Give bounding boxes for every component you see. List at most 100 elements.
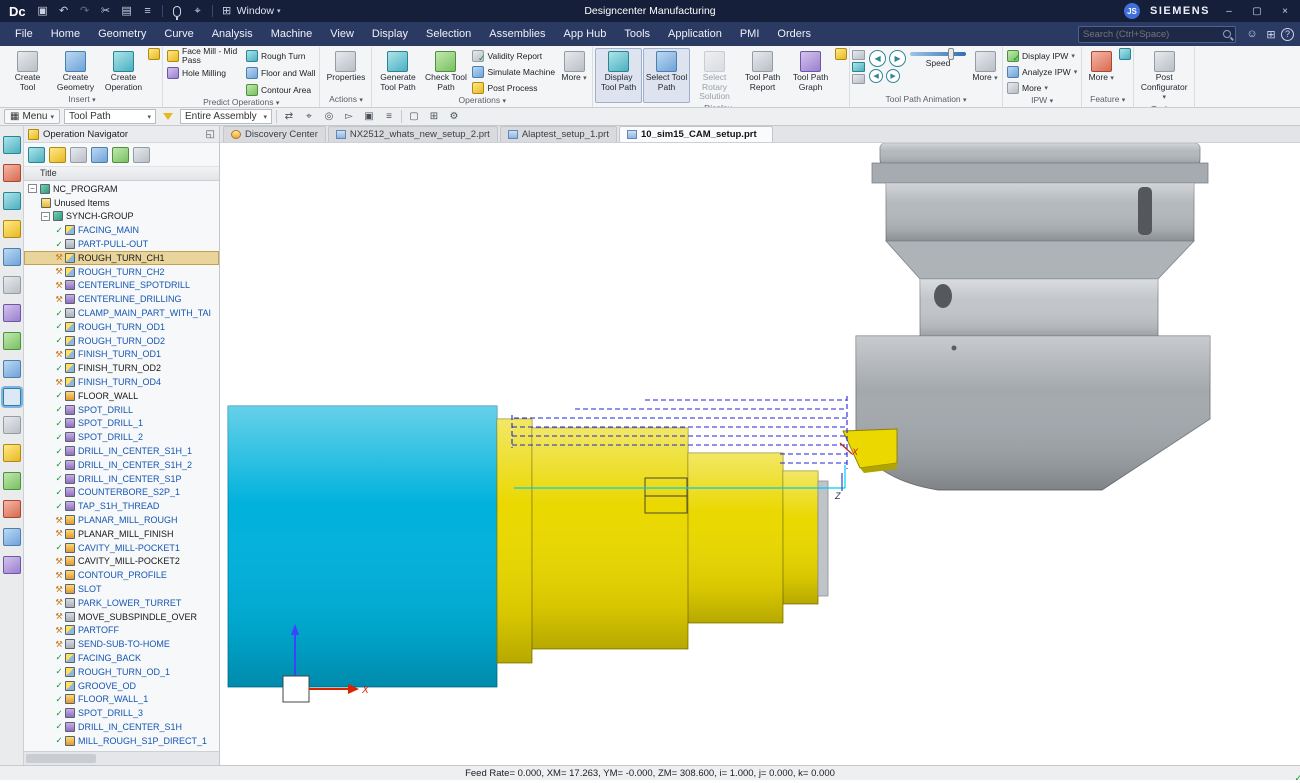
tree-row[interactable]: ✓ CLAMP_MAIN_PART_WITH_TAI: [24, 306, 219, 320]
properties-button[interactable]: Properties: [322, 48, 369, 94]
step-forward-button[interactable]: ▶: [886, 69, 900, 83]
cut-icon[interactable]: ✂: [99, 1, 113, 21]
ribbon-group-label[interactable]: Tool Path Animation ▾: [852, 94, 1000, 107]
menu-item[interactable]: Machine: [262, 24, 322, 44]
toolpath-view-select[interactable]: Tool Path ▾: [64, 109, 156, 124]
resource-bar-item[interactable]: [3, 220, 21, 238]
simulate-machine-button[interactable]: Simulate Machine: [470, 64, 557, 79]
tree-row[interactable]: ⚒ PARK_LOWER_TURRET: [24, 596, 219, 610]
ribbon-group-label[interactable]: Operations ▾: [374, 95, 590, 107]
part-tab[interactable]: Discovery Center: [223, 126, 326, 142]
select-tool-path-button[interactable]: Select Tool Path: [643, 48, 690, 103]
show-hide-icon[interactable]: ▢: [406, 110, 422, 124]
navigator-tool-icon[interactable]: [91, 147, 108, 163]
resource-bar-item[interactable]: [3, 248, 21, 266]
tree-row[interactable]: ✓ ROUGH_TURN_OD_1: [24, 665, 219, 679]
expander-icon[interactable]: −: [41, 212, 50, 221]
save-icon[interactable]: ▣: [36, 1, 50, 21]
navigator-tool-icon[interactable]: [133, 147, 150, 163]
play-forward-button[interactable]: ▶: [889, 50, 906, 67]
search-icon[interactable]: [1223, 30, 1231, 38]
resource-bar-item[interactable]: [3, 528, 21, 546]
navigator-tool-icon[interactable]: [28, 147, 45, 163]
resource-bar-item[interactable]: [3, 360, 21, 378]
tree-row[interactable]: ✓ FACING_BACK: [24, 651, 219, 665]
tree-row[interactable]: ⚒ ROUGH_TURN_CH2: [24, 265, 219, 279]
animation-list-icon[interactable]: [852, 50, 865, 60]
display-tool-path-button[interactable]: Display Tool Path: [595, 48, 642, 103]
tree-row[interactable]: ✓ SPOT_DRILL_3: [24, 706, 219, 720]
feature-gallery-icon[interactable]: [1119, 48, 1131, 60]
resource-bar-item[interactable]: [3, 444, 21, 462]
menu-item[interactable]: Tools: [615, 24, 659, 44]
ribbon-group-label[interactable]: Actions ▾: [322, 94, 369, 107]
tree-row[interactable]: ⚒ PLANAR_MILL_FINISH: [24, 527, 219, 541]
tree-row[interactable]: − SYNCH-GROUP: [24, 210, 219, 224]
tree-row[interactable]: ✓ FACING_MAIN: [24, 223, 219, 237]
menu-item[interactable]: App Hub: [555, 24, 616, 44]
menu-item[interactable]: Curve: [155, 24, 202, 44]
community-icon[interactable]: ☺: [1243, 28, 1261, 40]
tree-row[interactable]: ✓ CAVITY_MILL-POCKET1: [24, 541, 219, 555]
insert-gallery-icon[interactable]: [148, 48, 160, 60]
tree-row[interactable]: ⚒ CAVITY_MILL-POCKET2: [24, 555, 219, 569]
speed-slider-thumb[interactable]: [948, 48, 954, 60]
analyze-ipw-button[interactable]: Analyze IPW ▾: [1005, 64, 1079, 79]
tree-row[interactable]: ⚒ CONTOUR_PROFILE: [24, 568, 219, 582]
create-geometry-button[interactable]: Create Geometry: [52, 48, 99, 94]
operations-more-button[interactable]: More ▾: [558, 48, 590, 95]
menu-item[interactable]: File: [6, 24, 42, 44]
tree-row[interactable]: ✓ DRILL_IN_CENTER_S1H: [24, 720, 219, 734]
viewport-canvas[interactable]: X Z X: [220, 143, 1300, 765]
post-process-button[interactable]: Post Process: [470, 80, 557, 95]
snap-point-icon[interactable]: ⌖: [301, 110, 317, 124]
animation-more-button[interactable]: More ▾: [970, 48, 1000, 85]
tree-row[interactable]: ⚒ PLANAR_MILL_ROUGH: [24, 513, 219, 527]
copy-object-icon[interactable]: ▣: [361, 110, 377, 124]
ipw-more-button[interactable]: More ▾: [1005, 80, 1079, 95]
chevron-down-icon[interactable]: ▾: [1074, 68, 1078, 76]
navigator-scrollbar[interactable]: [24, 751, 219, 765]
tool-path-report-button[interactable]: Tool Path Report: [739, 48, 786, 103]
tree-row[interactable]: ⚒ SEND-SUB-TO-HOME: [24, 637, 219, 651]
menu-item[interactable]: Geometry: [89, 24, 155, 44]
ribbon-group-label[interactable]: Feature ▾: [1084, 94, 1131, 107]
touch-mode-icon[interactable]: ⌖: [191, 1, 205, 21]
resource-bar-item[interactable]: [3, 500, 21, 518]
cursor-pick-icon[interactable]: ▻: [341, 110, 357, 124]
part-tab[interactable]: NX2512_whats_new_setup_2.prt: [328, 126, 498, 142]
tree-row[interactable]: ✓ TAP_S1H_THREAD: [24, 499, 219, 513]
tree-row[interactable]: ✓ COUNTERBORE_S2P_1: [24, 486, 219, 500]
play-reverse-button[interactable]: ◀: [869, 50, 886, 67]
feature-more-button[interactable]: More ▾: [1084, 48, 1118, 94]
navigator-column-header[interactable]: Title: [24, 167, 219, 181]
close-button[interactable]: ×: [1276, 6, 1294, 17]
animation-stop-icon[interactable]: [852, 74, 865, 84]
help-icon[interactable]: ?: [1281, 28, 1294, 41]
scrollbar-thumb[interactable]: [26, 754, 96, 763]
tree-row[interactable]: ✓ FINISH_TURN_OD2: [24, 361, 219, 375]
navigator-tool-icon[interactable]: [49, 147, 66, 163]
tree-row[interactable]: ⚒ FINISH_TURN_OD1: [24, 348, 219, 362]
undo-icon[interactable]: ↶: [57, 1, 71, 21]
resource-bar-item[interactable]: [3, 388, 21, 406]
resource-bar-item[interactable]: [3, 304, 21, 322]
navigator-tool-icon[interactable]: [70, 147, 87, 163]
tree-row[interactable]: ✓ ROUGH_TURN_OD2: [24, 334, 219, 348]
settings-icon[interactable]: ⚙: [446, 110, 462, 124]
resource-bar-item[interactable]: [3, 556, 21, 574]
resource-bar-item[interactable]: [3, 164, 21, 182]
rough-turn-button[interactable]: Rough Turn: [244, 48, 317, 63]
menu-item[interactable]: Home: [42, 24, 89, 44]
tree-row[interactable]: ✓ MILL_ROUGH_S1P_DIRECT_1: [24, 734, 219, 748]
chevron-down-icon[interactable]: ▾: [1044, 84, 1048, 92]
tree-row[interactable]: ✓ FLOOR_WALL: [24, 389, 219, 403]
search-input[interactable]: [1083, 29, 1219, 40]
contour-area-button[interactable]: Contour Area: [244, 82, 317, 97]
tree-row[interactable]: ✓ GROOVE_OD: [24, 679, 219, 693]
minimize-button[interactable]: –: [1220, 6, 1238, 17]
menu-item[interactable]: PMI: [731, 24, 769, 44]
hole-milling-button[interactable]: Hole Milling: [165, 65, 243, 80]
layers-icon[interactable]: ≡: [381, 110, 397, 124]
ribbon-group-label[interactable]: Predict Operations ▾: [165, 97, 317, 107]
